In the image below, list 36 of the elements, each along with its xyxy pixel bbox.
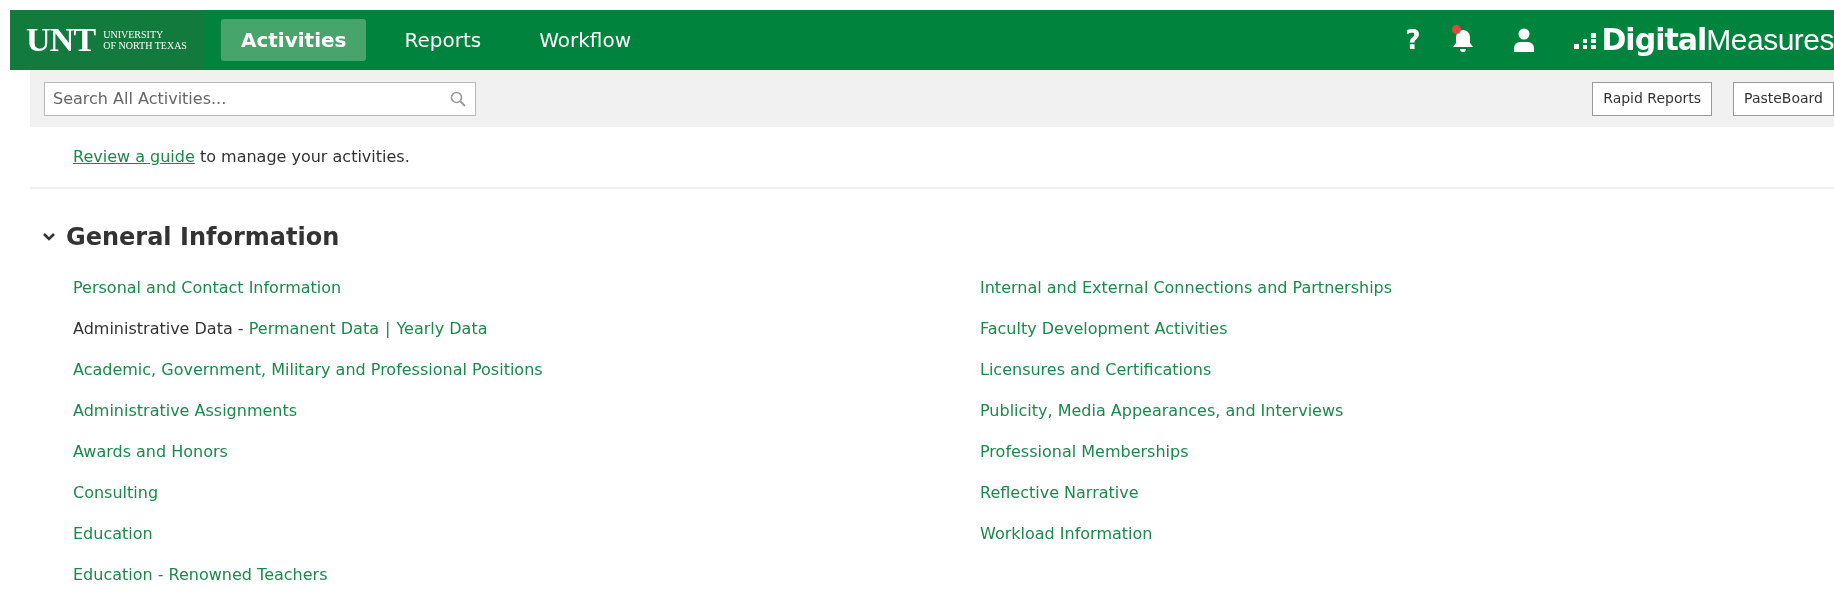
notification-bell-icon[interactable]: [1452, 27, 1475, 53]
user-icon[interactable]: [1514, 28, 1535, 52]
brand-logo: DigitalMeasures: [1574, 25, 1834, 55]
activity-link[interactable]: Awards and Honors: [73, 439, 228, 464]
separator-text: |: [385, 317, 391, 340]
activity-link[interactable]: Faculty Development Activities: [980, 316, 1228, 341]
nav-tab[interactable]: Reports: [384, 19, 502, 61]
help-button[interactable]: ?: [1405, 20, 1421, 60]
search-icon[interactable]: [450, 90, 466, 107]
activity-link[interactable]: Education: [73, 521, 153, 546]
guide-link[interactable]: Review a guide: [73, 147, 195, 166]
toolbar-button[interactable]: Rapid Reports: [1592, 81, 1713, 116]
logo-text: UNIVERSITY: [103, 29, 165, 40]
dots-icon: [1574, 30, 1599, 50]
search-field[interactable]: Search All Activities...: [44, 81, 476, 116]
activity-link[interactable]: Consulting: [73, 480, 159, 505]
activity-link[interactable]: Workload Information: [980, 521, 1153, 546]
activity-link[interactable]: Licensures and Certifications: [980, 357, 1212, 382]
toolbar-button[interactable]: PasteBoard: [1733, 81, 1834, 116]
activity-link[interactable]: Academic, Government, Military and Professional Positions: [73, 357, 543, 382]
activity-link[interactable]: Internal and External Connections and Partnerships: [980, 275, 1393, 300]
intro-text: Review a guide to manage your activities.: [73, 146, 411, 168]
activity-link[interactable]: Publicity, Media Appearances, and Interviews: [980, 398, 1344, 423]
section-heading[interactable]: General Information: [66, 219, 340, 255]
activity-label: Administrative Data -: [73, 317, 245, 340]
activity-link[interactable]: Reflective Narrative: [980, 480, 1139, 505]
activity-link[interactable]: Permanent Data: [248, 316, 379, 341]
activity-link[interactable]: Education - Renowned Teachers: [73, 562, 328, 587]
activity-link[interactable]: Professional Memberships: [980, 439, 1189, 464]
activity-link[interactable]: Personal and Contact Information: [73, 275, 342, 300]
nav-tab[interactable]: Activities: [220, 19, 367, 61]
logo-text: OF NORTH TEXAS: [103, 40, 187, 51]
chevron-icon[interactable]: [42, 232, 56, 242]
nav-tab[interactable]: Workflow: [519, 19, 651, 61]
activity-link[interactable]: Yearly Data: [396, 316, 488, 341]
activity-link[interactable]: Administrative Assignments: [73, 398, 298, 423]
